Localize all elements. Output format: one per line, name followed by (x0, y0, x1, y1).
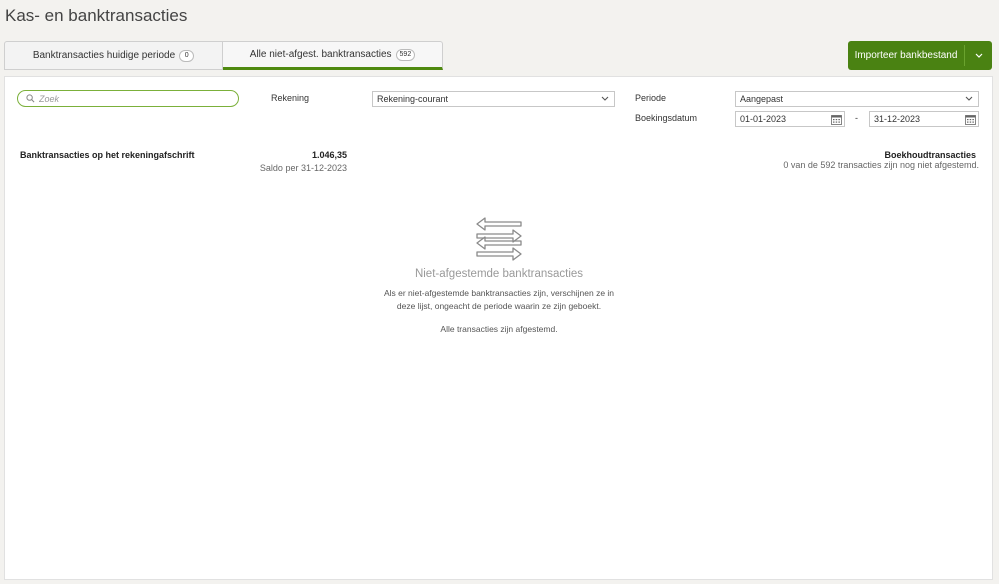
count-badge: 592 (395, 48, 416, 61)
tab-label: Banktransacties huidige periode (32, 50, 176, 61)
empty-state-text: Als er niet-afgestemde banktransacties z… (383, 288, 615, 311)
date-from-field[interactable]: 01-01-2023 (735, 111, 845, 127)
bank-statement-saldo: Saldo per 31-12-2023 (259, 163, 347, 173)
bank-statement-amount: 1.046,35 (311, 150, 347, 160)
tab-current-period[interactable]: Banktransacties huidige periode 0 (4, 41, 223, 70)
search-input[interactable] (39, 93, 219, 104)
date-to-value: 31-12-2023 (874, 114, 921, 124)
calendar-icon[interactable] (831, 114, 842, 125)
empty-state-done: Alle transacties zijn afgestemd. (440, 324, 558, 334)
count-badge: 0 (179, 49, 195, 62)
period-value: Aangepast (740, 94, 784, 104)
bank-statement-title: Banktransacties op het rekeningafschrift (20, 150, 195, 160)
date-to-field[interactable]: 31-12-2023 (869, 111, 979, 127)
chevron-down-icon (965, 95, 973, 104)
tab-all-unreconciled[interactable]: Alle niet-afgest. banktransacties 592 (223, 41, 443, 70)
chevron-down-icon (601, 95, 609, 104)
bookkeeping-subtitle: 0 van de 592 transacties zijn nog niet a… (783, 160, 979, 170)
bookkeeping-title: Boekhoudtransacties (884, 150, 976, 160)
empty-state-title: Niet-afgestemde banktransacties (414, 268, 584, 280)
search-box[interactable] (17, 90, 239, 107)
calendar-icon[interactable] (965, 114, 976, 125)
import-button-label[interactable]: Importeer bankbestand (848, 41, 964, 70)
account-select[interactable]: Rekening-courant (372, 91, 615, 107)
transfer-arrows-icon (476, 217, 522, 261)
account-label: Rekening (271, 93, 310, 103)
date-from-value: 01-01-2023 (740, 114, 787, 124)
period-select[interactable]: Aangepast (735, 91, 979, 107)
search-icon (26, 94, 35, 103)
booking-date-label: Boekingsdatum (635, 113, 698, 123)
period-label: Periode (635, 93, 667, 103)
page-title: Kas- en banktransacties (5, 6, 188, 25)
tab-bar: Banktransacties huidige periode 0 Alle n… (4, 41, 443, 70)
account-value: Rekening-courant (377, 94, 449, 104)
tab-label: Alle niet-afgest. banktransacties (249, 49, 392, 60)
date-separator: - (855, 113, 858, 123)
chevron-down-icon[interactable] (965, 41, 992, 70)
main-panel: Rekening Rekening-courant Periode Aangep… (4, 76, 993, 580)
import-bank-file-button[interactable]: Importeer bankbestand (848, 41, 992, 70)
